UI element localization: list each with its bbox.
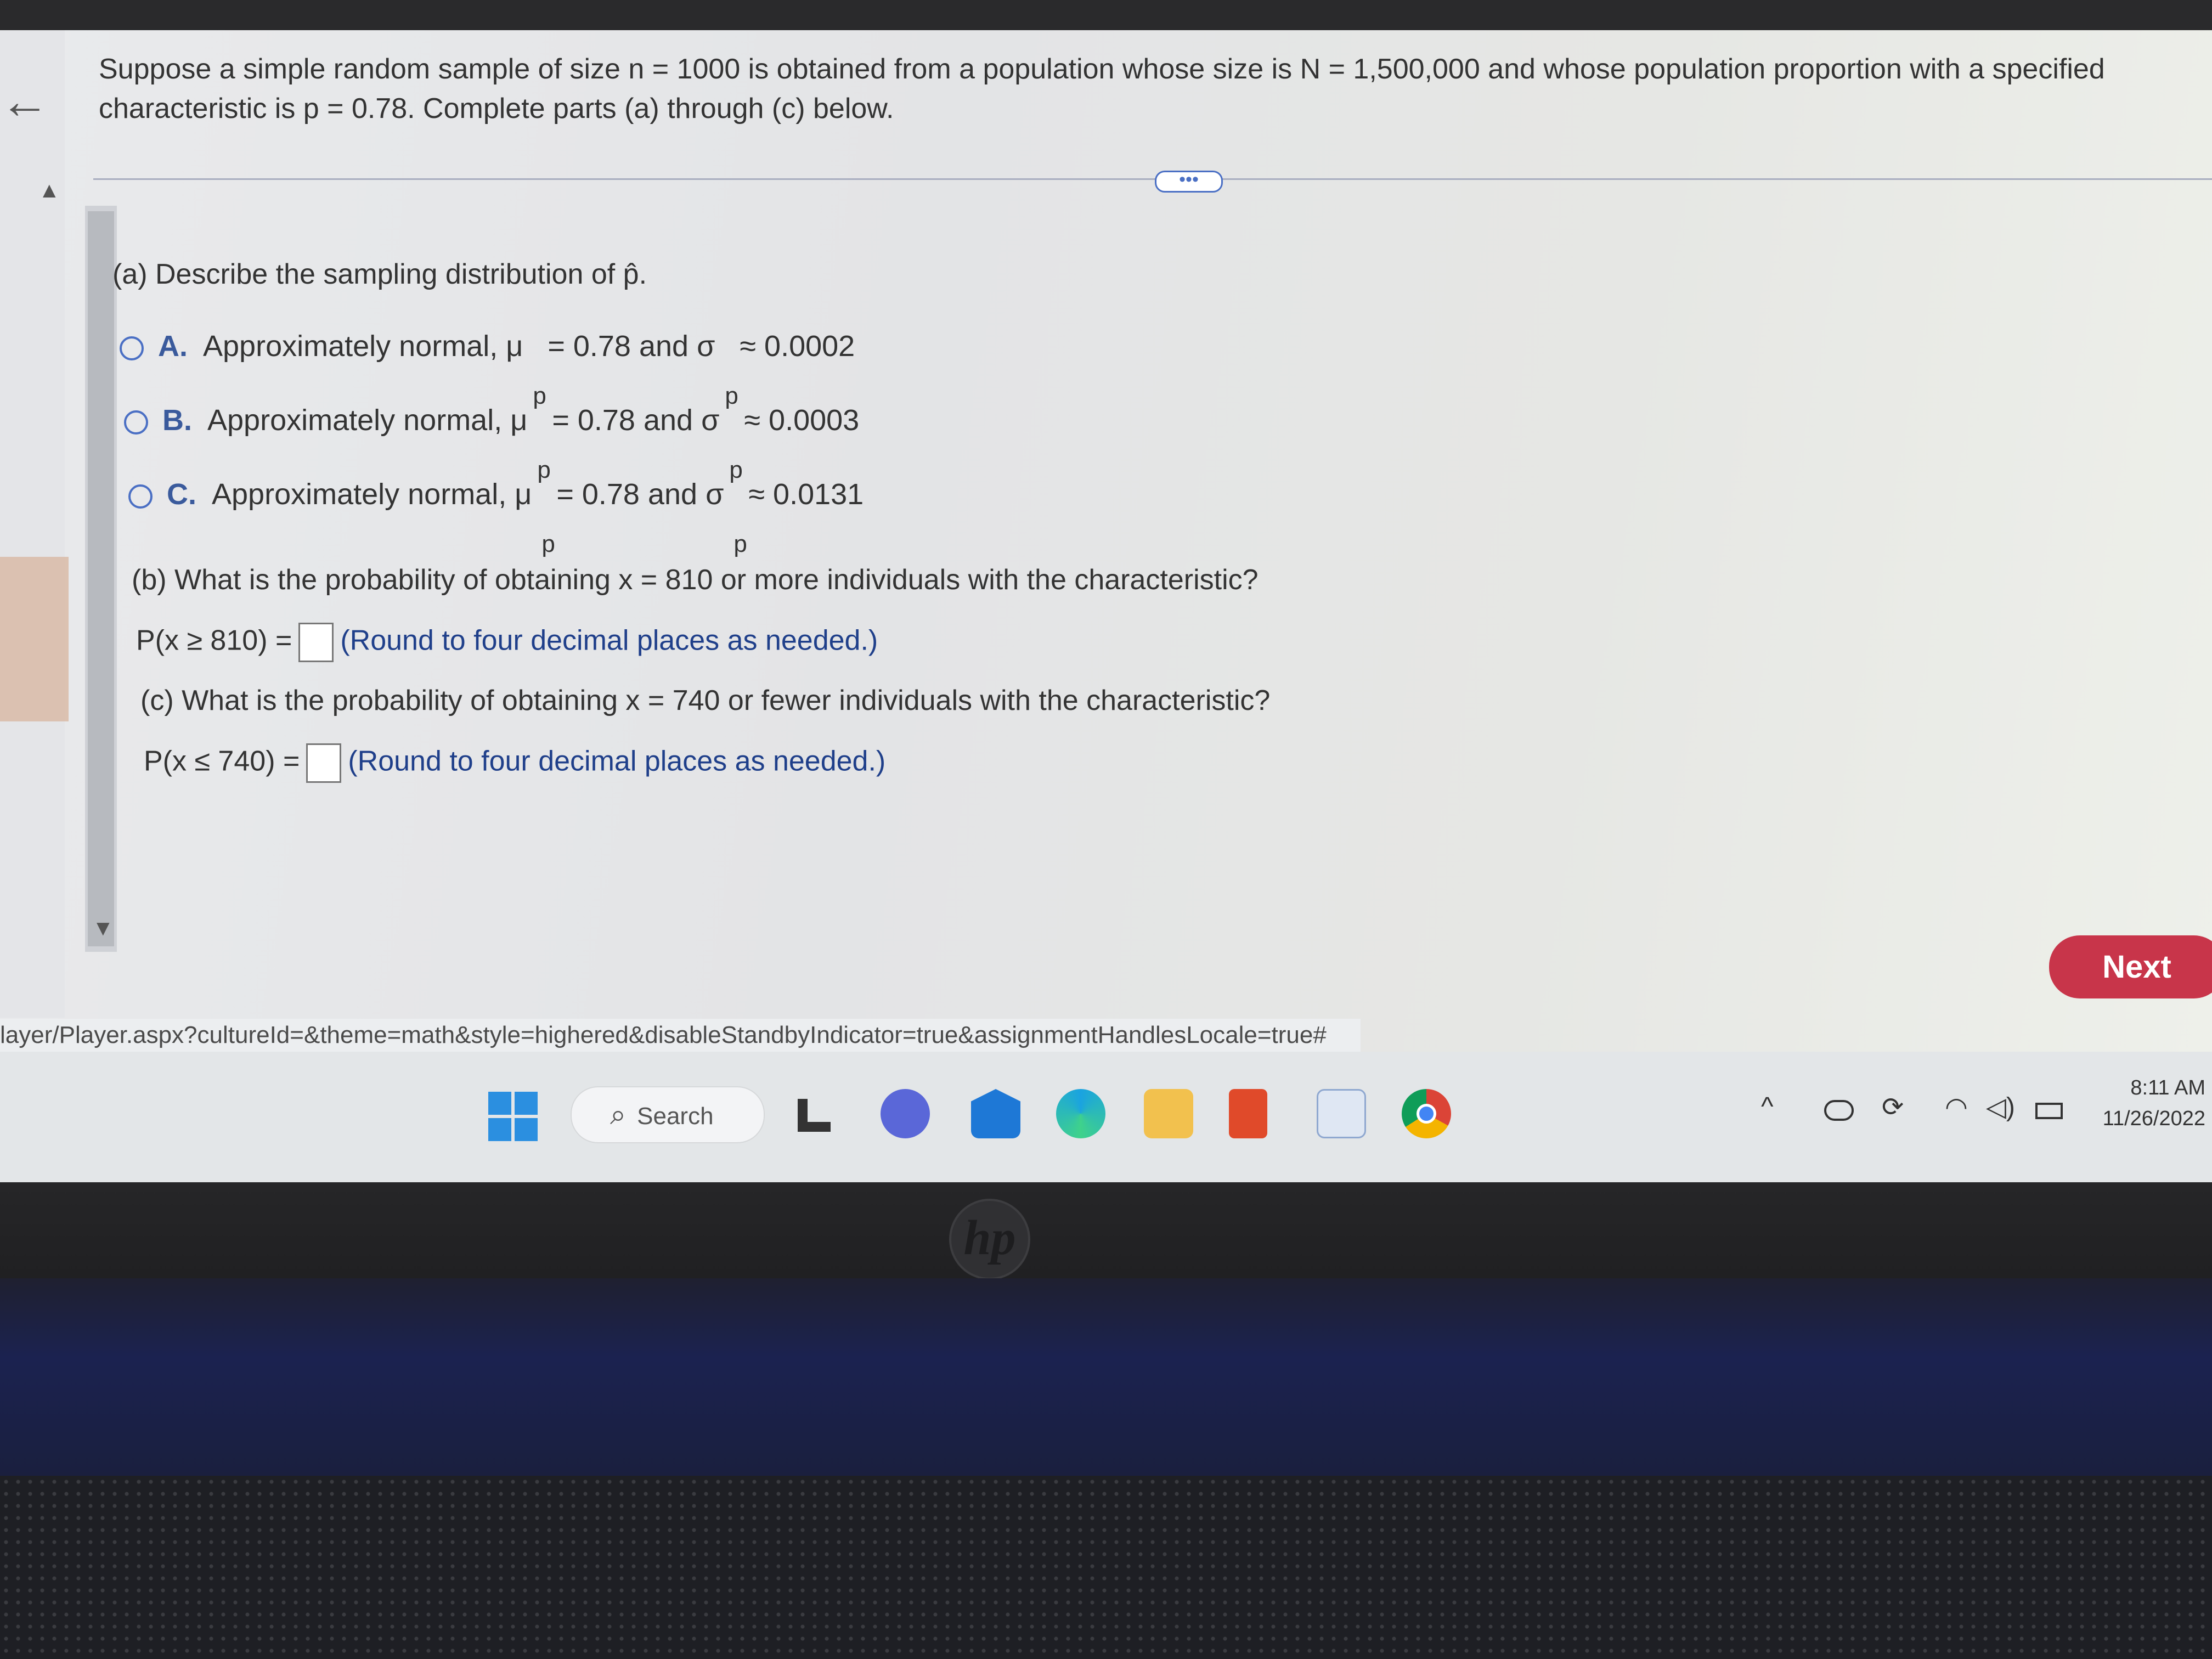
radio-option-c[interactable] [128,484,153,509]
wifi-icon[interactable]: ◠ [1945,1092,1968,1122]
option-b-sigma: ≈ 0.0003 [736,404,860,437]
sync-icon[interactable]: ⟳ [1882,1092,1904,1122]
option-a-letter: A. [158,330,188,363]
next-button[interactable]: Next [2049,935,2212,998]
option-c-mu: = 0.78 and σ [548,478,724,511]
volume-icon[interactable]: ◁) [1986,1092,2015,1122]
part-c-answer-input[interactable] [306,743,342,783]
taskbar-search[interactable]: ⌕ Search [571,1086,765,1143]
option-a[interactable]: A. Approximately normal, μp = 0.78 and σp… [120,329,855,409]
part-c-hint: (Round to four decimal places as needed.… [348,745,886,777]
chrome-icon[interactable] [1402,1089,1451,1138]
battery-icon[interactable] [2035,1103,2063,1119]
part-c-answer-label: P(x ≤ 740) = [144,745,300,777]
taskbar-search-label: Search [637,1103,714,1130]
chat-icon[interactable] [881,1089,930,1138]
option-b[interactable]: B. Approximately normal, μp = 0.78 and σp… [124,403,860,483]
laptop-hinge [0,1278,2212,1476]
part-b-answer-input[interactable] [298,623,334,662]
app-icon[interactable] [1317,1089,1366,1138]
question-intro: Suppose a simple random sample of size n… [99,53,2105,125]
back-arrow-icon[interactable]: ← [0,77,49,126]
divider [93,178,2212,180]
part-b-prompt: (b) What is the probability of obtaining… [132,564,1259,596]
windows-start-icon[interactable] [488,1092,538,1141]
option-c[interactable]: C. Approximately normal, μp = 0.78 and σp… [128,477,864,557]
scrollbar-thumb[interactable] [88,211,114,946]
option-b-text: Approximately normal, μ [207,404,528,437]
office-icon[interactable] [1229,1089,1267,1138]
clock-date: 11/26/2022 [2102,1107,2205,1130]
option-c-text: Approximately normal, μ [212,478,532,511]
option-c-letter: C. [167,478,196,511]
part-b-hint: (Round to four decimal places as needed.… [340,624,878,657]
option-a-text: Approximately normal, μ [203,330,523,363]
more-button[interactable]: ••• [1155,170,1223,193]
part-c-answer-row: P(x ≤ 740) = (Round to four decimal place… [144,743,885,783]
option-b-letter: B. [162,404,192,437]
screen: ← Suppose a simple random sample of size… [0,30,2212,1182]
file-explorer-icon[interactable] [1144,1089,1193,1138]
laptop-keyboard-deck [0,1476,2212,1659]
option-a-mu: = 0.78 and σ [539,330,715,363]
left-rail-highlight [0,557,69,721]
scroll-up-icon[interactable]: ▲ [38,178,60,203]
taskbar-clock[interactable]: 8:11 AM 11/26/2022 [2085,1073,2205,1134]
hp-logo: hp [949,1199,1030,1280]
part-b-answer-label: P(x ≥ 810) = [136,624,292,657]
radio-option-a[interactable] [120,336,144,360]
screen-bezel [0,0,2212,30]
show-hidden-icons-icon[interactable]: ^ [1761,1092,1774,1122]
scroll-down-icon[interactable]: ▼ [92,916,114,941]
part-b-answer-row: P(x ≥ 810) = (Round to four decimal place… [136,623,878,662]
search-icon: ⌕ [610,1099,627,1131]
clock-time: 8:11 AM [2130,1076,2205,1099]
part-a-prompt: (a) Describe the sampling distribution o… [112,258,647,290]
option-b-mu: = 0.78 and σ [544,404,720,437]
part-c-prompt: (c) What is the probability of obtaining… [140,685,1271,716]
edge-icon[interactable] [1056,1089,1105,1138]
taskbar [0,1052,2212,1182]
status-url: layer/Player.aspx?cultureId=&theme=math&… [0,1019,1361,1052]
task-view-icon[interactable] [790,1089,839,1138]
option-c-sigma: ≈ 0.0131 [740,478,864,511]
option-a-sigma: ≈ 0.0002 [731,330,855,363]
onedrive-icon[interactable] [1824,1100,1854,1121]
radio-option-b[interactable] [124,410,148,435]
